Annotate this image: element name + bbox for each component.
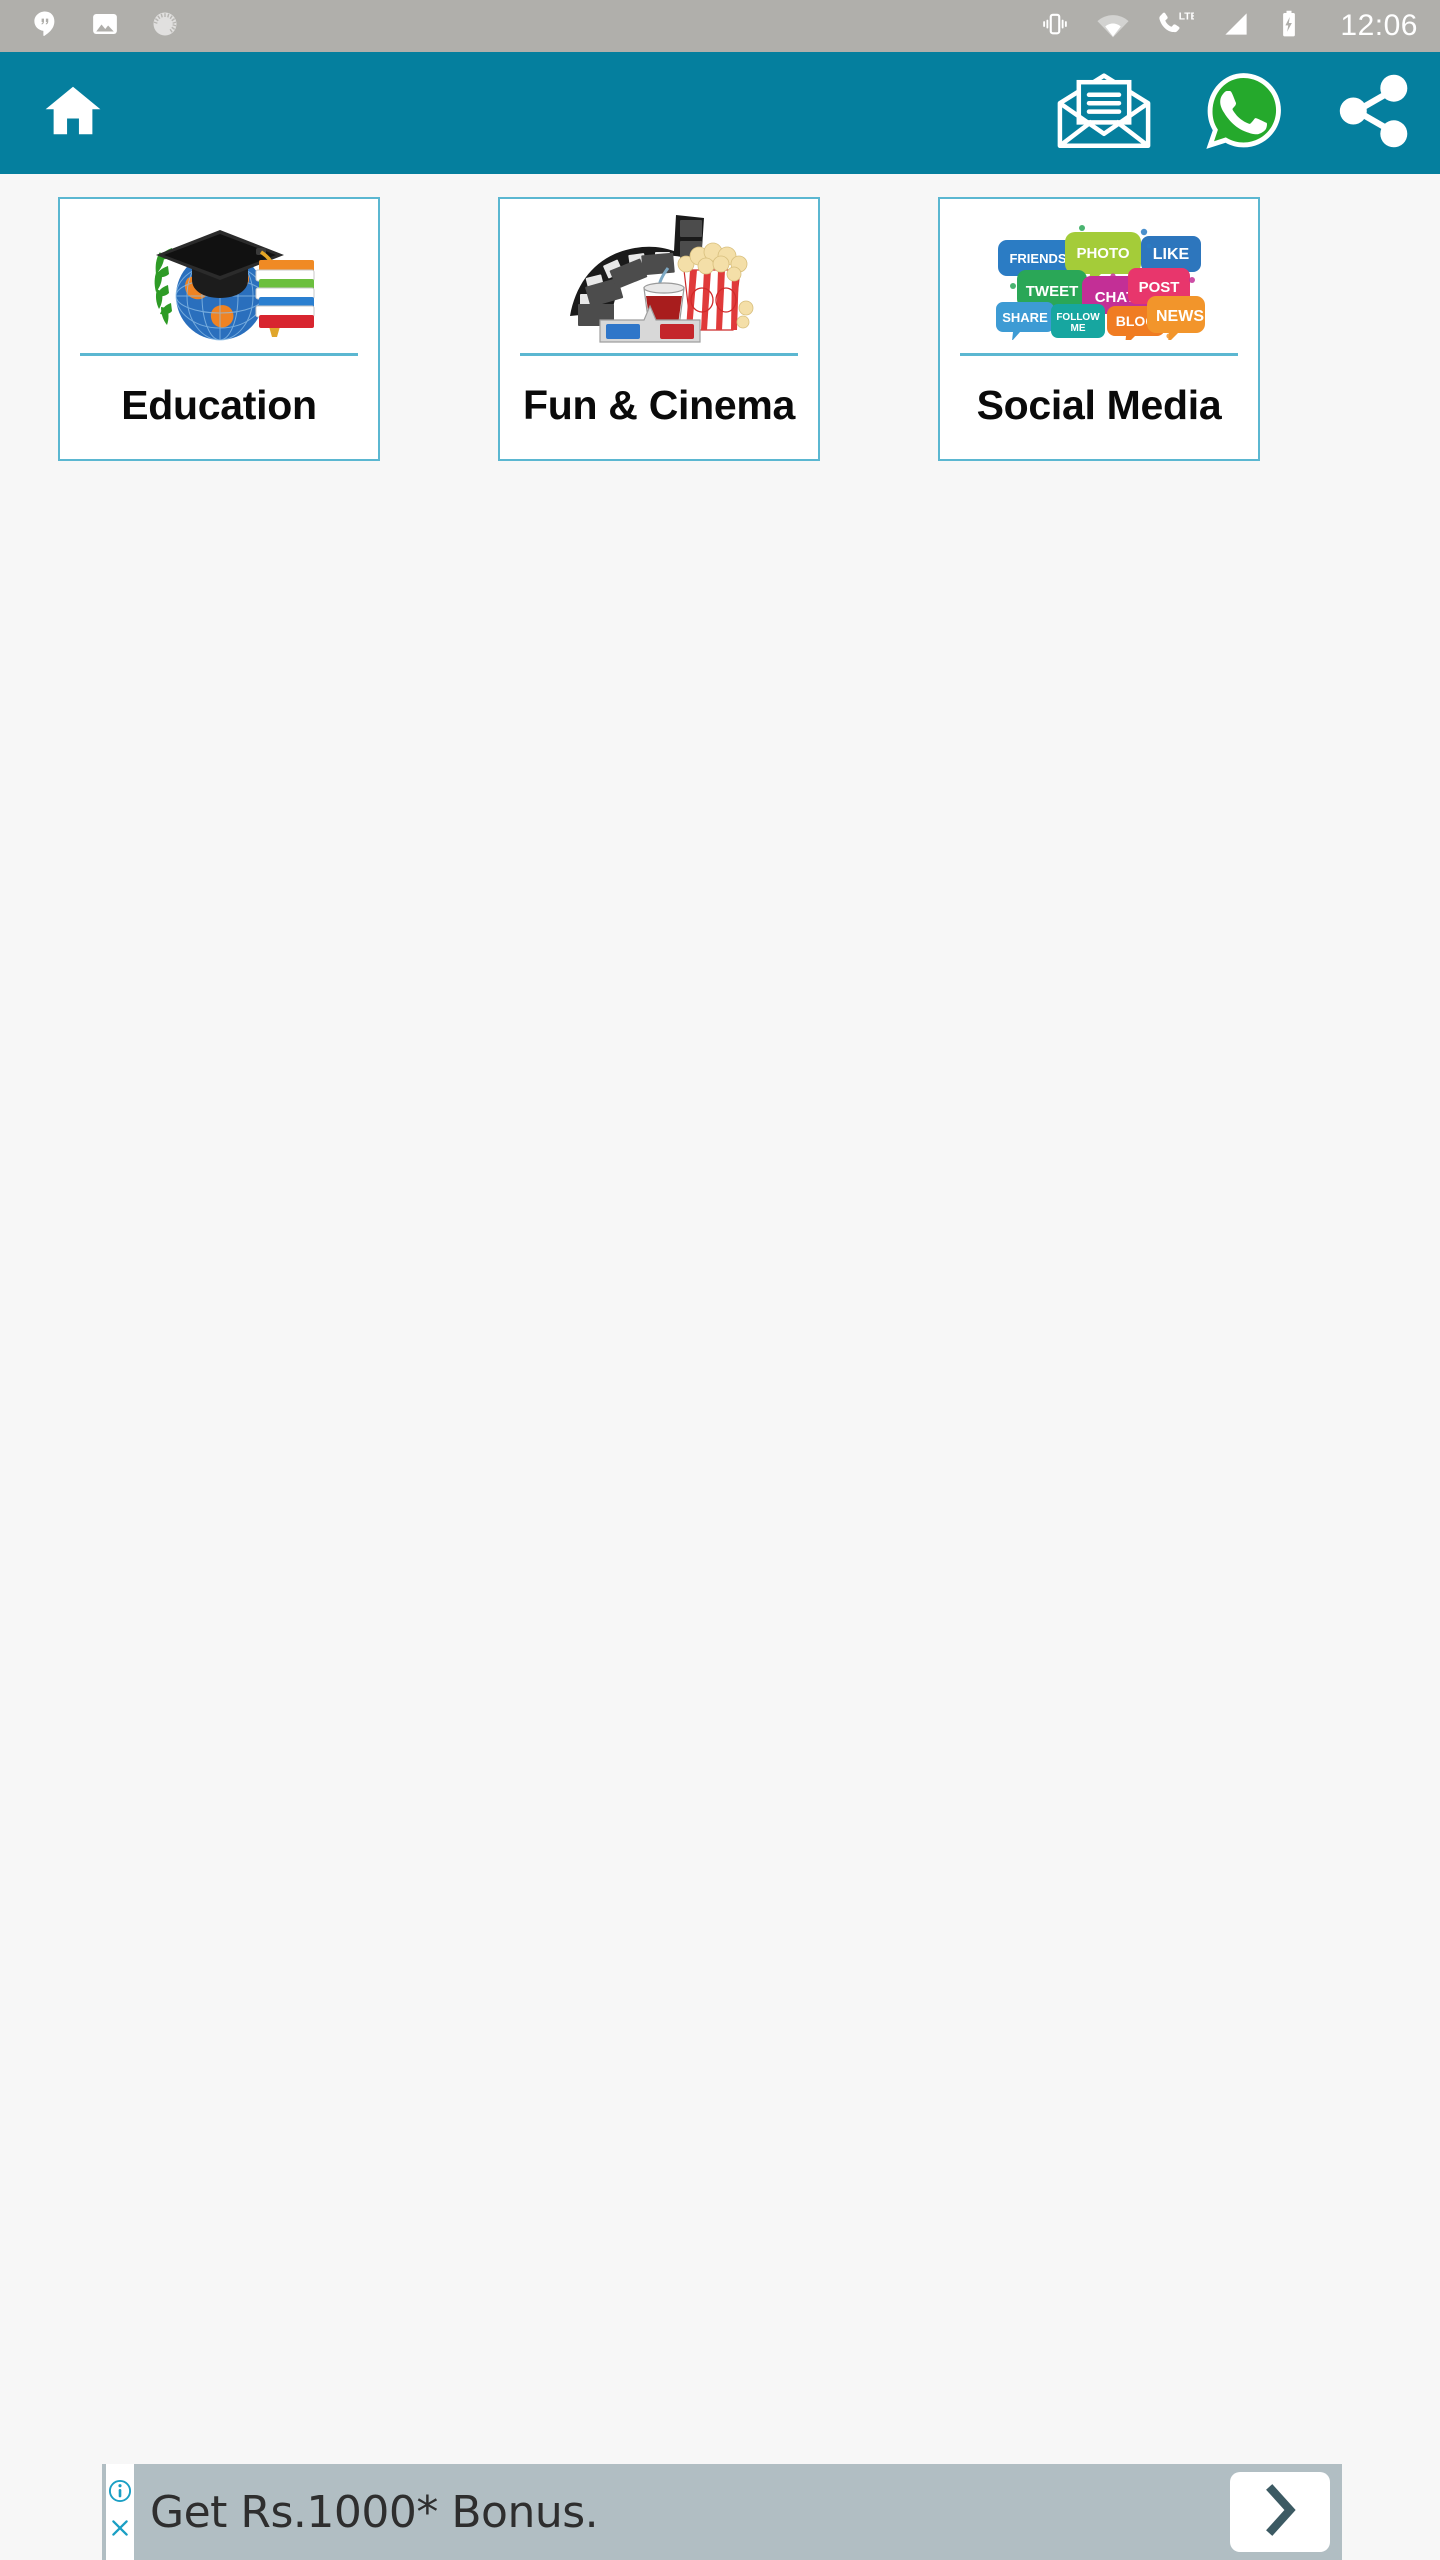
bubble-label: PHOTO bbox=[1076, 245, 1129, 262]
whatsapp-button[interactable] bbox=[1202, 70, 1284, 157]
battery-charging-icon bbox=[1278, 9, 1300, 44]
bubble-label: ME bbox=[1071, 323, 1086, 334]
ad-cta-button[interactable] bbox=[1230, 2472, 1330, 2552]
category-card-fun-cinema[interactable]: Fun & Cinema bbox=[498, 197, 820, 461]
wifi-icon bbox=[1096, 9, 1130, 44]
ad-banner[interactable]: Get Rs.1000* Bonus. bbox=[102, 2464, 1342, 2560]
card-media bbox=[60, 199, 378, 353]
hangouts-icon bbox=[30, 9, 60, 44]
main-content: Education Fun & Cinema FRIENDS PHOTO LIK… bbox=[0, 174, 1440, 481]
filmstrip-popcorn-icon bbox=[556, 208, 762, 355]
mail-button[interactable] bbox=[1056, 72, 1152, 155]
category-card-label: Social Media bbox=[976, 382, 1222, 428]
category-card-social-media[interactable]: FRIENDS PHOTO LIKE TWEET CHAT POST SHARE… bbox=[938, 197, 1260, 461]
bubble-label: FOLLOW bbox=[1056, 312, 1100, 323]
card-media: FRIENDS PHOTO LIKE TWEET CHAT POST SHARE… bbox=[940, 199, 1258, 353]
cell-signal-icon bbox=[1220, 9, 1252, 44]
app-bar bbox=[0, 52, 1440, 174]
status-bar-right-icons: LTE 12:06 bbox=[1040, 9, 1418, 44]
category-grid: Education Fun & Cinema FRIENDS PHOTO LIK… bbox=[58, 197, 1385, 481]
category-card-label: Fun & Cinema bbox=[522, 382, 796, 428]
photo-icon bbox=[90, 9, 120, 44]
lte-call-icon: LTE bbox=[1156, 9, 1198, 44]
vibrate-icon bbox=[1040, 9, 1070, 44]
close-icon[interactable] bbox=[108, 2516, 132, 2545]
status-bar-clock: 12:06 bbox=[1340, 9, 1418, 42]
card-media bbox=[500, 199, 818, 353]
lte-label: LTE bbox=[1179, 11, 1194, 22]
share-button[interactable] bbox=[1334, 72, 1414, 155]
home-button[interactable] bbox=[40, 80, 106, 147]
whatsapp-icon bbox=[1202, 70, 1284, 157]
bubble-label: FRIENDS bbox=[1009, 251, 1066, 266]
ad-headline: Get Rs.1000* Bonus. bbox=[150, 2486, 599, 2538]
info-icon[interactable] bbox=[108, 2479, 132, 2508]
share-icon bbox=[1334, 72, 1414, 155]
chevron-right-icon bbox=[1258, 2482, 1302, 2543]
speech-bubbles-icon: FRIENDS PHOTO LIKE TWEET CHAT POST SHARE… bbox=[993, 218, 1205, 346]
ad-badges bbox=[106, 2464, 134, 2560]
home-icon bbox=[40, 80, 106, 147]
bubble-label: SHARE bbox=[1002, 310, 1048, 325]
bubble-label: POST bbox=[1139, 279, 1180, 296]
mail-icon bbox=[1056, 72, 1152, 155]
bubble-label: LIKE bbox=[1153, 246, 1190, 263]
bubble-label: NEWS bbox=[1156, 308, 1204, 325]
category-card-label: Education bbox=[121, 382, 317, 428]
bubble-label: TWEET bbox=[1026, 283, 1079, 300]
sync-spinner-icon bbox=[150, 9, 180, 44]
category-card-education[interactable]: Education bbox=[58, 197, 380, 461]
app-bar-actions bbox=[1056, 70, 1414, 157]
graduation-globe-books-icon bbox=[116, 208, 322, 355]
status-bar-left-icons bbox=[30, 9, 180, 44]
status-bar: LTE 12:06 bbox=[0, 0, 1440, 52]
